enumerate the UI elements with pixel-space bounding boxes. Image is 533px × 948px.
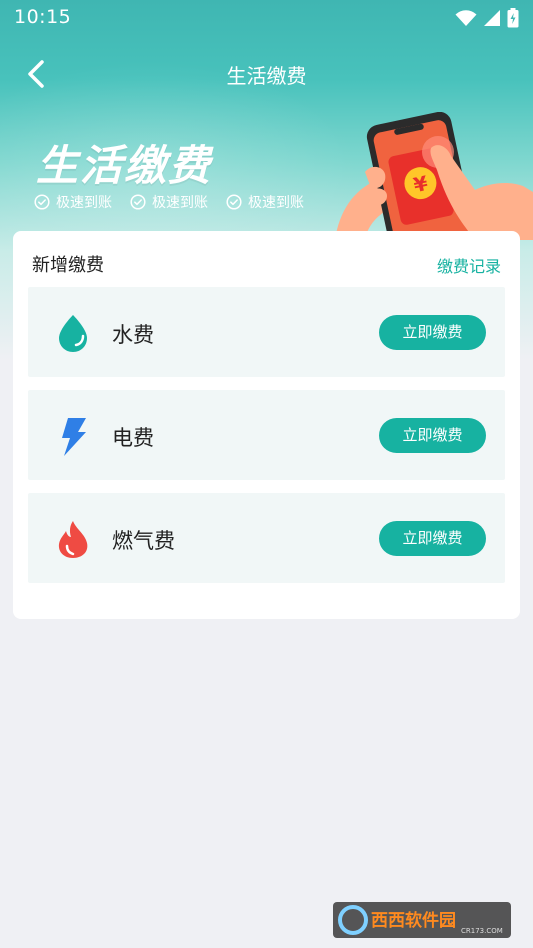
banner-features: 极速到账 极速到账 极速到账 (34, 192, 304, 212)
nav-bar: 生活缴费 (0, 52, 533, 96)
card-title: 新增缴费 (32, 255, 104, 276)
water-drop-icon (59, 315, 87, 352)
bill-label: 水费 (112, 323, 154, 347)
payment-history-link[interactable]: 缴费记录 (437, 253, 501, 277)
bill-item-water[interactable]: 水费 立即缴费 (28, 287, 505, 377)
watermark-domain: CR173.COM (461, 927, 503, 935)
flame-icon (58, 521, 88, 558)
bill-label: 电费 (112, 426, 154, 450)
status-time: 10:15 (14, 6, 72, 28)
feature-label: 极速到账 (152, 195, 208, 211)
battery-charging-icon (507, 8, 519, 28)
bill-item-electricity[interactable]: 电费 立即缴费 (28, 390, 505, 480)
status-icons (455, 8, 519, 28)
lightning-bolt-icon (62, 418, 86, 456)
phone-payment-illustration: ¥ (335, 112, 533, 240)
bill-label: 燃气费 (112, 529, 175, 553)
pay-now-button-gas[interactable]: 立即缴费 (379, 521, 486, 556)
feature-item: 极速到账 (130, 192, 208, 212)
check-circle-icon (226, 194, 242, 210)
feature-item: 极速到账 (226, 192, 304, 212)
pay-now-button-water[interactable]: 立即缴费 (379, 315, 486, 350)
bill-item-gas[interactable]: 燃气费 立即缴费 (28, 493, 505, 583)
page-title: 生活缴费 (226, 64, 307, 88)
check-circle-icon (130, 194, 146, 210)
banner-title: 生活缴费 (36, 141, 213, 190)
watermark-brand: 西西软件园 (371, 910, 456, 931)
feature-label: 极速到账 (248, 195, 304, 211)
wifi-icon (455, 10, 477, 26)
cellular-signal-icon (484, 10, 500, 26)
check-circle-icon (34, 194, 50, 210)
card-header: 新增缴费 缴费记录 (13, 231, 520, 287)
status-bar: 10:15 (0, 0, 533, 36)
pay-now-button-electricity[interactable]: 立即缴费 (379, 418, 486, 453)
payment-card: 新增缴费 缴费记录 水费 立即缴费 电费 立即缴费 燃气费 立即缴费 (13, 231, 520, 619)
feature-item: 极速到账 (34, 192, 112, 212)
feature-label: 极速到账 (56, 195, 112, 211)
watermark-logo: 西西软件园 CR173.COM (333, 902, 511, 938)
